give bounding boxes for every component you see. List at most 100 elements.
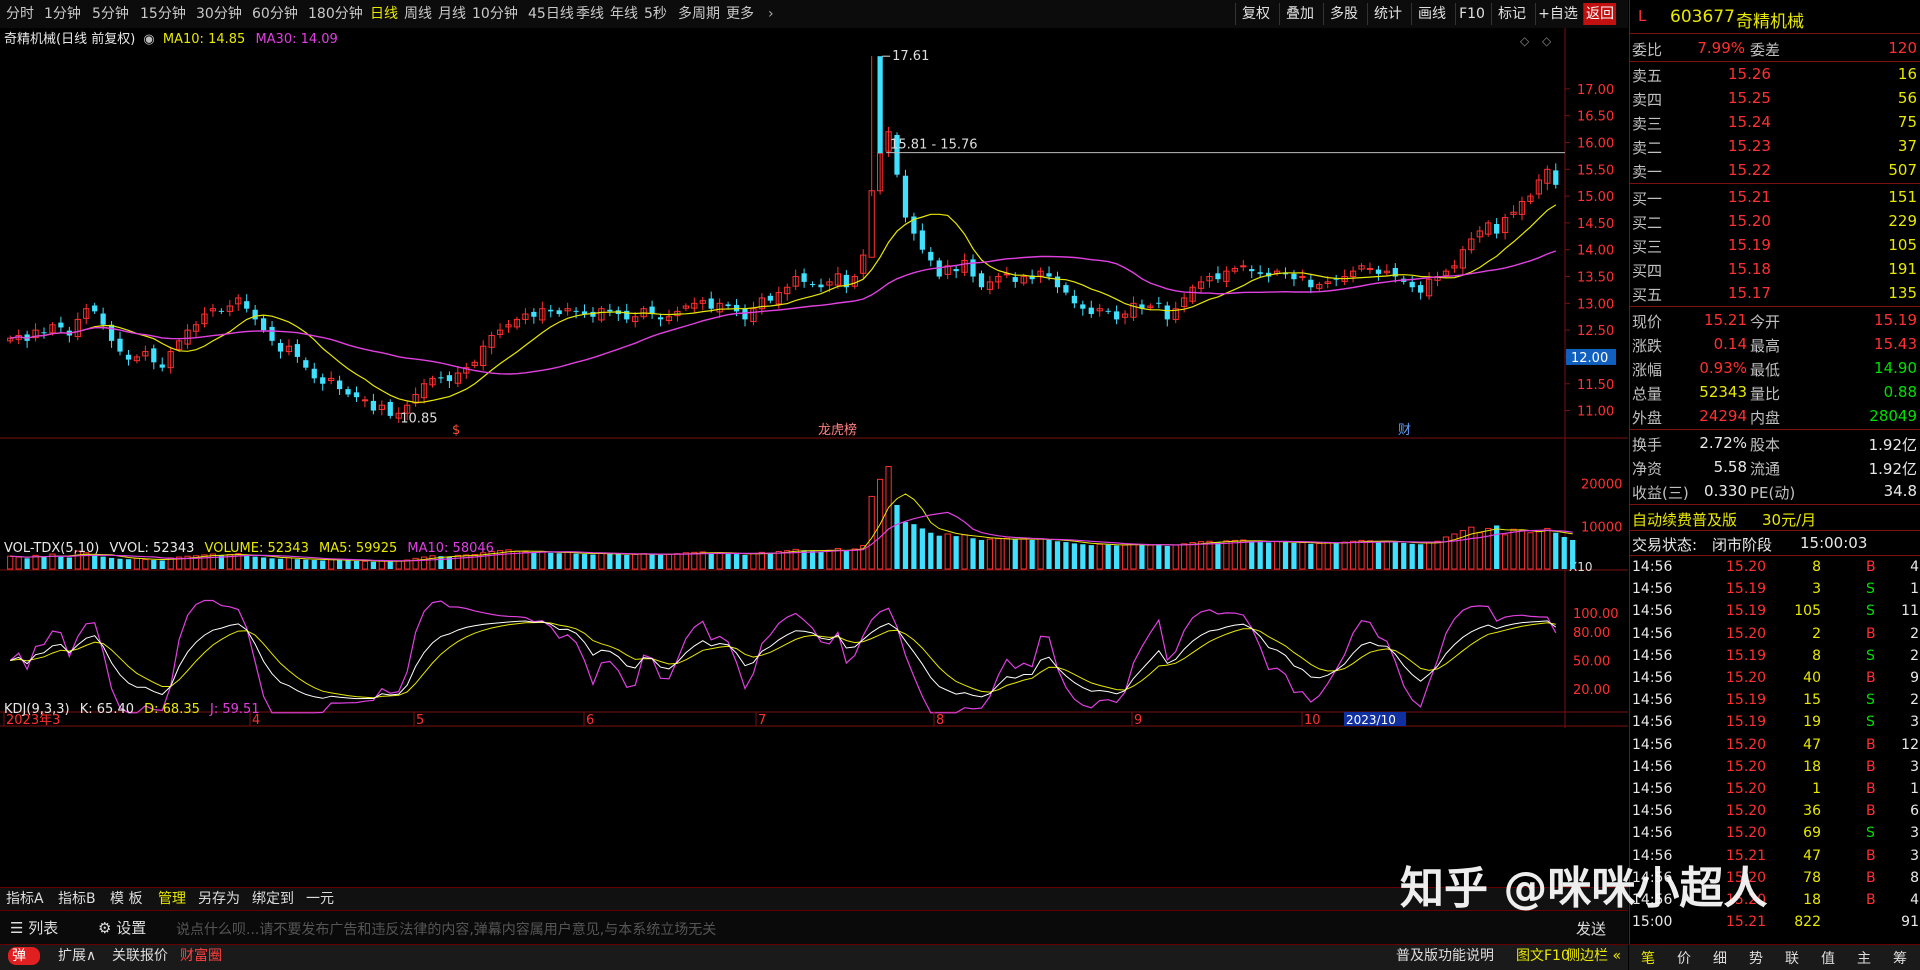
month-label: 5: [416, 713, 424, 728]
lhb-mark[interactable]: 龙虎榜: [818, 422, 857, 438]
right-tab-5[interactable]: 值: [1813, 948, 1843, 968]
status-item-2[interactable]: 关联报价: [112, 947, 168, 965]
indicator-tab-4[interactable]: 另存为: [198, 890, 240, 908]
event-mark[interactable]: $: [452, 423, 460, 438]
stat-row: 现价 15.21 今开 15.19: [1630, 308, 1920, 332]
period-tab-16[interactable]: 更多: [726, 4, 754, 24]
period-tab-4[interactable]: 30分钟: [196, 4, 242, 24]
bid-row[interactable]: 买三 15.19 105: [1630, 233, 1920, 257]
right-tab-6[interactable]: 主: [1849, 948, 1879, 968]
period-tab-5[interactable]: 60分钟: [252, 4, 298, 24]
period-tab-12[interactable]: 季线: [576, 4, 604, 24]
toolbar-button-2[interactable]: 多股: [1323, 3, 1364, 25]
toolbar-button-6[interactable]: 标记: [1491, 3, 1532, 25]
indicator-tab-5[interactable]: 绑定到: [252, 890, 294, 908]
toolbar-button-1[interactable]: 叠加: [1279, 3, 1320, 25]
tick-count: 1: [1910, 781, 1919, 797]
bid-row[interactable]: 买四 15.18 191: [1630, 257, 1920, 281]
candle-body: [41, 332, 47, 334]
candle-body: [801, 273, 807, 282]
status-right-item-1[interactable]: 图文F10: [1516, 947, 1570, 965]
indicator-tab-0[interactable]: 指标A: [6, 890, 44, 908]
month-label: 7: [758, 713, 766, 728]
right-tab-2[interactable]: 细: [1705, 948, 1735, 968]
candle-body: [1249, 269, 1255, 272]
comment-input[interactable]: 说点什么呗...请不要发布广告和违反法律的内容,弹幕内容属用户意见,与本系统立场…: [176, 919, 716, 939]
indicator-tab-2[interactable]: 模 板: [110, 890, 142, 908]
period-tab-2[interactable]: 5分钟: [92, 4, 129, 24]
kline-chart-panel[interactable]: 17.00 16.50 16.00 15.50 15.00 14.50 14.00 13.50…: [0, 28, 1628, 886]
right-tab-3[interactable]: 势: [1741, 948, 1771, 968]
stat-label: 涨跌: [1632, 337, 1663, 355]
volume-bar: [1249, 541, 1255, 569]
period-tab-7[interactable]: 日线: [370, 4, 398, 24]
volume-bar: [1012, 539, 1018, 569]
tick-price: 15.21: [1726, 914, 1767, 931]
right-tab-4[interactable]: 联: [1777, 948, 1807, 968]
right-tab-1[interactable]: 价: [1669, 948, 1699, 968]
right-tab-7[interactable]: 筹: [1885, 948, 1915, 968]
candle-body: [767, 295, 773, 301]
vvol-value: VVOL: 52343: [109, 541, 195, 556]
finance-mark[interactable]: 财: [1398, 423, 1411, 438]
settings-button[interactable]: ⚙ 设置: [98, 917, 146, 938]
vma10-value: MA10: 58046: [407, 541, 494, 556]
ask-row[interactable]: 卖三 15.24 75: [1630, 110, 1920, 134]
candle-body: [1088, 307, 1094, 315]
diamond-icon[interactable]: ◇: [1520, 34, 1529, 48]
indicator-tab-1[interactable]: 指标B: [58, 890, 96, 908]
ask-row[interactable]: 卖二 15.23 37: [1630, 134, 1920, 158]
ask-row[interactable]: 卖五 15.26 16: [1630, 62, 1920, 86]
period-tab-14[interactable]: 5秒: [644, 4, 667, 24]
volume-bar: [818, 551, 824, 569]
stock-header: L 603677 奇精机械: [1630, 4, 1920, 32]
tick-time: 14:56: [1632, 603, 1673, 620]
period-tab-10[interactable]: 10分钟: [472, 4, 518, 24]
candle-body: [117, 338, 123, 352]
bid-row[interactable]: 买五 15.17 135: [1630, 281, 1920, 305]
promo-row[interactable]: 自动续费普及版 30元/月: [1630, 506, 1920, 530]
status-right-item-2[interactable]: 侧边栏 «: [1566, 947, 1621, 965]
bid-row[interactable]: 买一 15.21 151: [1630, 185, 1920, 209]
toolbar-button-4[interactable]: 画线: [1411, 3, 1452, 25]
price-axis-label: 13.00: [1577, 297, 1614, 312]
volume-bar: [269, 558, 275, 569]
right-tab-0[interactable]: 笔: [1633, 948, 1663, 968]
stat-value: 0.330: [1704, 482, 1747, 500]
send-button[interactable]: 发送: [1576, 918, 1606, 939]
toolbar-button-5[interactable]: F10: [1455, 3, 1488, 25]
tick-side: B: [1866, 892, 1876, 908]
tick-side: B: [1866, 736, 1876, 753]
period-tab-13[interactable]: 年线: [610, 4, 638, 24]
period-tab-8[interactable]: 周线: [404, 4, 432, 24]
status-right-item-0[interactable]: 普及版功能说明: [1396, 947, 1494, 965]
period-tab-11[interactable]: 45日线: [528, 4, 574, 24]
toolbar-button-8[interactable]: 返回: [1583, 3, 1616, 25]
legend-toggle-icon[interactable]: ◉: [143, 32, 154, 47]
indicator-tab-6[interactable]: 一元: [306, 890, 334, 908]
volume-value: VOLUME: 52343: [204, 541, 309, 556]
period-tab-0[interactable]: 分时: [6, 4, 34, 24]
period-tab-3[interactable]: 15分钟: [140, 4, 186, 24]
status-item-1[interactable]: 扩展∧: [58, 947, 96, 965]
chevron-right-icon[interactable]: ›: [768, 4, 774, 24]
toolbar-button-0[interactable]: 复权: [1235, 3, 1276, 25]
stat-label: 净资: [1632, 460, 1663, 478]
k-value: K: 65.40: [79, 702, 134, 717]
volume-bar: [548, 552, 554, 569]
period-tab-1[interactable]: 1分钟: [44, 4, 81, 24]
toolbar-button-7[interactable]: +自选: [1535, 3, 1580, 25]
status-item-0[interactable]: 弹: [8, 947, 40, 965]
ask-row[interactable]: 卖四 15.25 56: [1630, 86, 1920, 110]
status-item-3[interactable]: 财富圈: [180, 947, 222, 965]
period-tab-6[interactable]: 180分钟: [308, 4, 363, 24]
panel-toggle-icon[interactable]: ◇: [1542, 34, 1551, 48]
indicator-tab-3[interactable]: 管理: [158, 890, 186, 908]
period-tab-9[interactable]: 月线: [438, 4, 466, 24]
period-tab-15[interactable]: 多周期: [678, 4, 720, 24]
bid-row[interactable]: 买二 15.20 229: [1630, 209, 1920, 233]
ask-row[interactable]: 卖一 15.22 507: [1630, 158, 1920, 182]
volume-bar: [353, 560, 360, 569]
list-button[interactable]: ☰ 列表: [10, 917, 58, 938]
toolbar-button-3[interactable]: 统计: [1367, 3, 1408, 25]
